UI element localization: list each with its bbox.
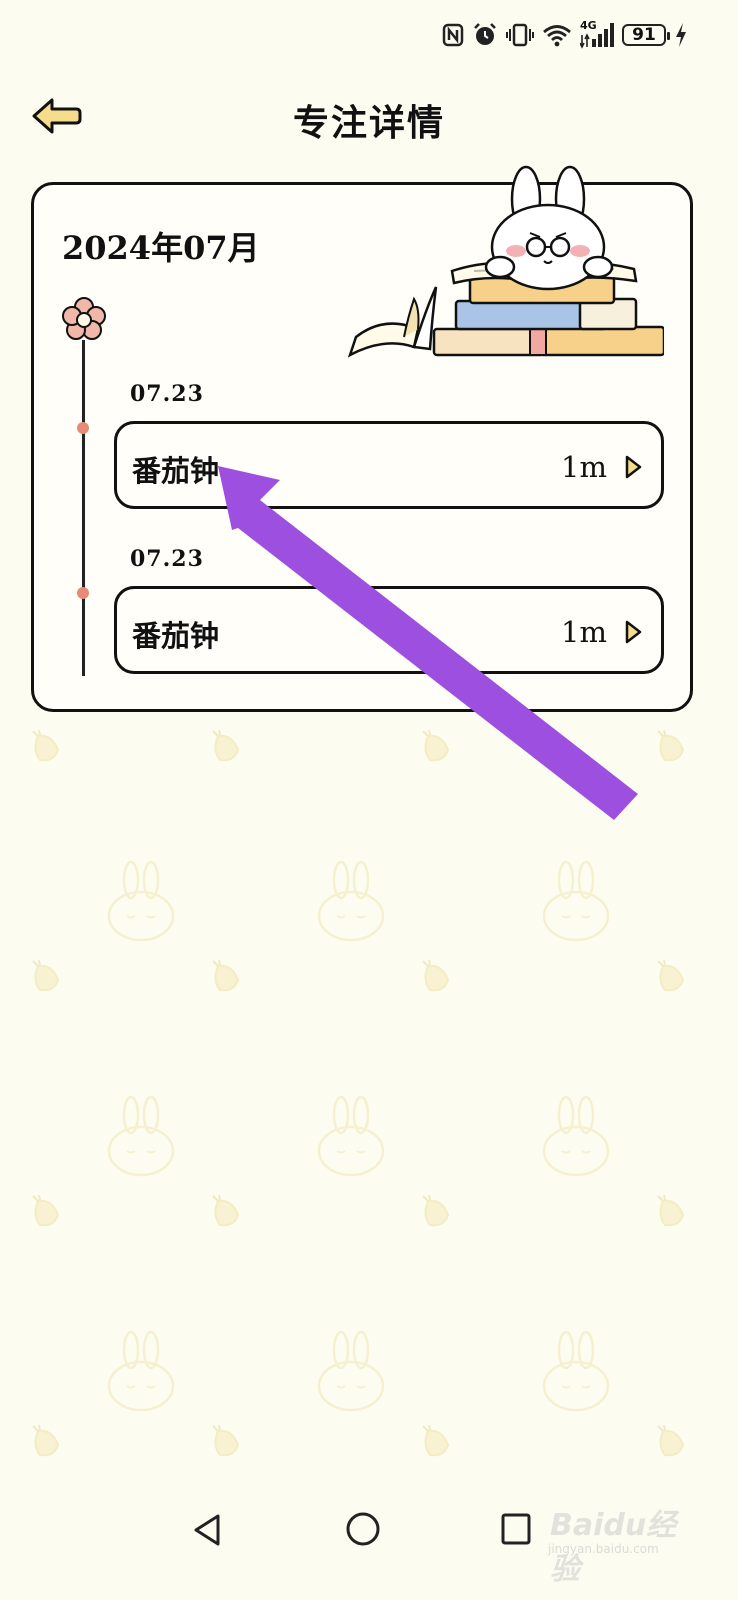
- annotation-arrow: [218, 466, 638, 820]
- status-bar: 4G 91: [0, 0, 738, 70]
- nav-home-icon[interactable]: [344, 1510, 382, 1548]
- timeline-dot: [77, 422, 89, 434]
- background-carrot-icon: [32, 960, 60, 992]
- background-bunny-icon: [317, 1095, 385, 1177]
- watermark-url: jingyan.baidu.com: [548, 1542, 659, 1556]
- background-carrot-icon: [32, 730, 60, 762]
- background-carrot-icon: [422, 960, 450, 992]
- header: 专注详情: [0, 80, 738, 152]
- background-carrot-icon: [212, 960, 240, 992]
- battery-level: 91: [632, 24, 656, 45]
- timeline-dot: [77, 587, 89, 599]
- session-name: 番茄钟: [132, 454, 220, 488]
- background-bunny-icon: [317, 1330, 385, 1412]
- cellular-signal-icon: 4G: [580, 19, 614, 49]
- background-bunny-icon: [542, 860, 610, 942]
- page-title: 专注详情: [292, 102, 445, 144]
- background-carrot-icon: [212, 1195, 240, 1227]
- wifi-icon: [543, 25, 571, 47]
- background-carrot-icon: [657, 1195, 685, 1227]
- bunny-reading-illustration: [347, 165, 664, 358]
- background-bunny-icon: [107, 860, 175, 942]
- nav-back-icon[interactable]: [188, 1510, 228, 1550]
- charging-icon: [676, 23, 686, 47]
- month-title: 2024年07月: [62, 229, 260, 267]
- battery-indicator: 91: [622, 24, 670, 46]
- background-bunny-icon: [542, 1330, 610, 1412]
- background-carrot-icon: [422, 1195, 450, 1227]
- session-name: 番茄钟: [132, 619, 220, 653]
- background-bunny-icon: [107, 1095, 175, 1177]
- nfc-icon: [442, 23, 464, 47]
- watermark: Baidu经验 jingyan.baidu.com: [540, 1500, 700, 1587]
- flower-icon: [62, 297, 106, 340]
- nav-recents-icon[interactable]: [500, 1512, 532, 1546]
- vibrate-icon: [506, 23, 534, 47]
- alarm-icon: [474, 23, 496, 45]
- background-carrot-icon: [657, 960, 685, 992]
- background-carrot-icon: [32, 1425, 60, 1457]
- background-carrot-icon: [212, 1425, 240, 1457]
- background-carrot-icon: [422, 1425, 450, 1457]
- background-carrot-icon: [32, 1195, 60, 1227]
- background-bunny-icon: [542, 1095, 610, 1177]
- entry-date: 07.23: [130, 546, 204, 572]
- background-carrot-icon: [657, 1425, 685, 1457]
- timeline-line: [82, 340, 85, 676]
- background-bunny-icon: [107, 1330, 175, 1412]
- background-bunny-icon: [317, 860, 385, 942]
- background-carrot-icon: [657, 730, 685, 762]
- entry-date: 07.23: [130, 381, 204, 407]
